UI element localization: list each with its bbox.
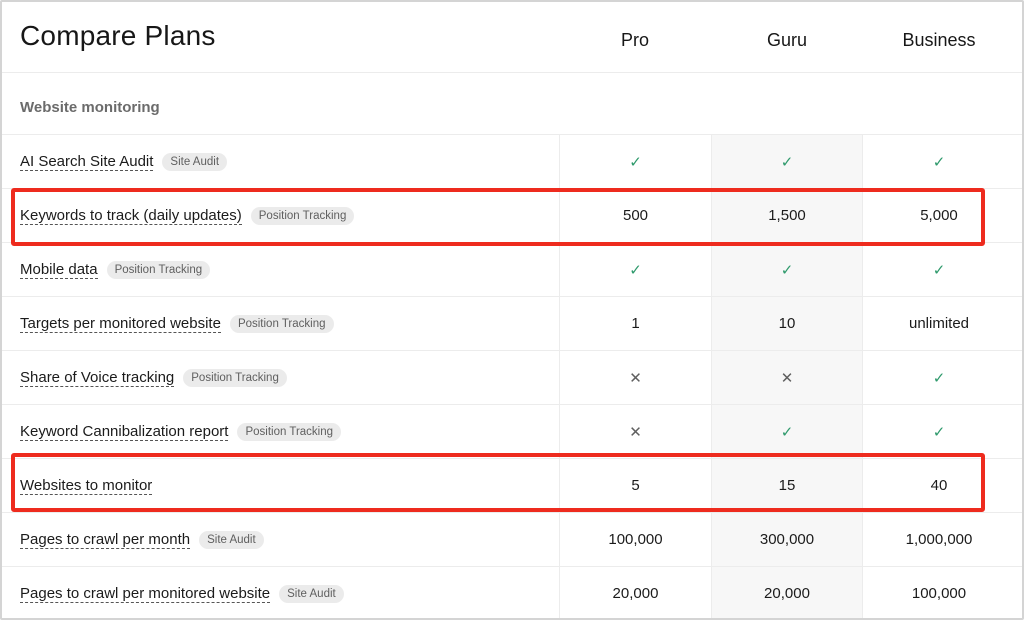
tool-tag: Position Tracking bbox=[237, 422, 342, 441]
cell-value: 15 bbox=[711, 459, 863, 512]
section-title: Website monitoring bbox=[20, 99, 160, 116]
feature-name[interactable]: Pages to crawl per monitored website bbox=[20, 585, 271, 603]
feature-name[interactable]: AI Search Site Audit bbox=[20, 153, 154, 171]
table-row: Targets per monitored website Position Tr… bbox=[2, 297, 1022, 351]
table-row: Websites to monitor 5 15 40 bbox=[2, 459, 1022, 513]
cell-value: unlimited bbox=[908, 315, 970, 332]
check-icon: ✓ bbox=[780, 261, 794, 279]
table-row: Share of Voice tracking Position Tracking… bbox=[2, 351, 1022, 405]
tool-tag: Position Tracking bbox=[183, 368, 287, 387]
cell-value: 5 bbox=[559, 459, 711, 512]
table-row: Pages to crawl per month Site Audit 100,0… bbox=[2, 513, 1022, 567]
tool-tag: Position Tracking bbox=[106, 260, 211, 279]
feature-name[interactable]: Keyword Cannibalization report bbox=[20, 423, 229, 441]
plan-header-guru: Guru bbox=[766, 30, 808, 50]
cross-icon: ✕ bbox=[780, 369, 794, 387]
cell-value: 500 bbox=[559, 189, 711, 242]
tool-tag: Position Tracking bbox=[229, 314, 334, 333]
cell-value: 40 bbox=[930, 477, 948, 494]
cell-value: 10 bbox=[711, 297, 863, 350]
cell-value: 20,000 bbox=[559, 567, 711, 618]
feature-name[interactable]: Keywords to track (daily updates) bbox=[20, 207, 242, 225]
feature-name[interactable]: Websites to monitor bbox=[20, 477, 153, 495]
feature-name[interactable]: Pages to crawl per month bbox=[20, 531, 191, 549]
tool-tag: Position Tracking bbox=[250, 206, 355, 225]
tool-tag: Site Audit bbox=[162, 152, 228, 171]
check-icon: ✓ bbox=[780, 153, 794, 171]
table-row: Keywords to track (daily updates) Positio… bbox=[2, 189, 1022, 243]
feature-name[interactable]: Share of Voice tracking bbox=[20, 369, 175, 387]
page-title: Compare Plans bbox=[20, 20, 216, 51]
cross-icon: ✕ bbox=[629, 423, 642, 441]
table-header: Compare Plans Pro Guru Business bbox=[2, 2, 1022, 73]
check-icon: ✓ bbox=[932, 261, 946, 279]
tool-tag: Site Audit bbox=[279, 584, 344, 603]
plan-header-business: Business bbox=[902, 30, 976, 50]
cell-value: 1,000,000 bbox=[905, 531, 973, 548]
check-icon: ✓ bbox=[629, 153, 642, 171]
cell-value: 20,000 bbox=[711, 567, 863, 618]
cell-value: 5,000 bbox=[920, 207, 958, 224]
tool-tag: Site Audit bbox=[199, 530, 264, 549]
check-icon: ✓ bbox=[932, 369, 946, 387]
check-icon: ✓ bbox=[932, 153, 946, 171]
compare-plans-panel: Compare Plans Pro Guru Business Website … bbox=[0, 0, 1024, 620]
table-row: Mobile data Position Tracking ✓ ✓ ✓ bbox=[2, 243, 1022, 297]
cell-value: 100,000 bbox=[559, 513, 711, 566]
table-row: Pages to crawl per monitored website Site… bbox=[2, 567, 1022, 618]
check-icon: ✓ bbox=[629, 261, 642, 279]
check-icon: ✓ bbox=[780, 423, 794, 441]
section-header: Website monitoring bbox=[2, 73, 1022, 135]
cell-value: 100,000 bbox=[911, 585, 967, 602]
feature-name[interactable]: Mobile data bbox=[20, 261, 98, 279]
cell-value: 300,000 bbox=[711, 513, 863, 566]
cell-value: 1 bbox=[559, 297, 711, 350]
check-icon: ✓ bbox=[932, 423, 946, 441]
cell-value: 1,500 bbox=[711, 189, 863, 242]
plan-header-pro: Pro bbox=[620, 30, 649, 50]
table-row: AI Search Site Audit Site Audit ✓ ✓ ✓ bbox=[2, 135, 1022, 189]
feature-name[interactable]: Targets per monitored website bbox=[20, 315, 221, 333]
cross-icon: ✕ bbox=[629, 369, 642, 387]
table-row: Keyword Cannibalization report Position T… bbox=[2, 405, 1022, 459]
